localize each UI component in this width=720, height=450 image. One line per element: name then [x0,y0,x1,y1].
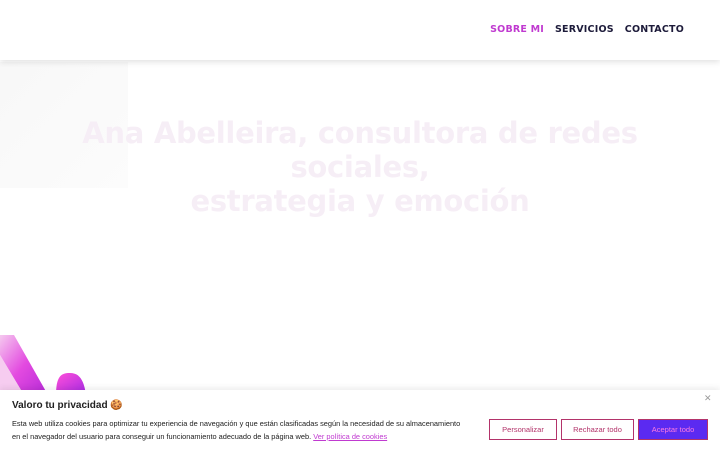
hero-title-line-1: Ana Abelleira, consultora de redes socia… [82,116,638,184]
hero-title-line-2: estrategia y emoción [190,184,530,218]
decorative-gradient-shape [0,335,86,395]
customize-button[interactable]: Personalizar [489,419,557,440]
close-icon[interactable]: ✕ [704,394,712,404]
cookie-policy-link[interactable]: Ver política de cookies [313,432,387,441]
accept-all-button[interactable]: Aceptar todo [638,419,708,440]
nav-sobre-mi[interactable]: SOBRE MI [490,24,544,35]
nav-contacto[interactable]: CONTACTO [625,24,684,35]
cookie-title: Valoro tu privacidad 🍪 [12,400,123,411]
cookie-icon: 🍪 [110,400,123,411]
cookie-title-text: Valoro tu privacidad [12,400,108,411]
reject-all-button[interactable]: Rechazar todo [561,419,634,440]
main-nav: SOBRE MI SERVICIOS CONTACTO [490,24,684,35]
cookie-consent-banner: Valoro tu privacidad 🍪 ✕ Esta web utiliz… [0,390,720,450]
cookie-description-text: Esta web utiliza cookies para optimizar … [12,419,461,441]
nav-servicios[interactable]: SERVICIOS [555,24,614,35]
site-header: SOBRE MI SERVICIOS CONTACTO [0,0,720,60]
hero-title: Ana Abelleira, consultora de redes socia… [40,116,680,218]
cookie-description: Esta web utiliza cookies para optimizar … [12,418,467,443]
